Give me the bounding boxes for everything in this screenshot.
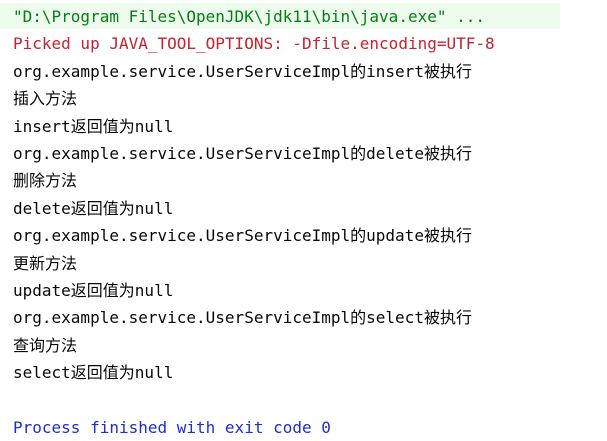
output-line: org.example.service.UserServiceImpl的dele… <box>13 144 472 163</box>
run-console-output: "D:\Program Files\OpenJDK\jdk11\bin\java… <box>0 0 607 440</box>
command-line[interactable]: "D:\Program Files\OpenJDK\jdk11\bin\java… <box>13 3 485 30</box>
tool-options-line: Picked up JAVA_TOOL_OPTIONS: -Dfile.enco… <box>13 34 495 53</box>
output-line: 插入方法 <box>13 89 78 108</box>
output-line: insert返回值为null <box>13 117 174 136</box>
output-line: org.example.service.UserServiceImpl的inse… <box>13 62 472 81</box>
output-line: update返回值为null <box>13 281 174 300</box>
output-line: 更新方法 <box>13 254 78 273</box>
output-line: 查询方法 <box>13 336 78 355</box>
exit-status-line: Process finished with exit code 0 <box>13 418 331 437</box>
output-line: org.example.service.UserServiceImpl的upda… <box>13 226 472 245</box>
output-line: org.example.service.UserServiceImpl的sele… <box>13 308 472 327</box>
output-line: delete返回值为null <box>13 199 174 218</box>
output-line: select返回值为null <box>13 363 174 382</box>
output-line: 删除方法 <box>13 171 78 190</box>
